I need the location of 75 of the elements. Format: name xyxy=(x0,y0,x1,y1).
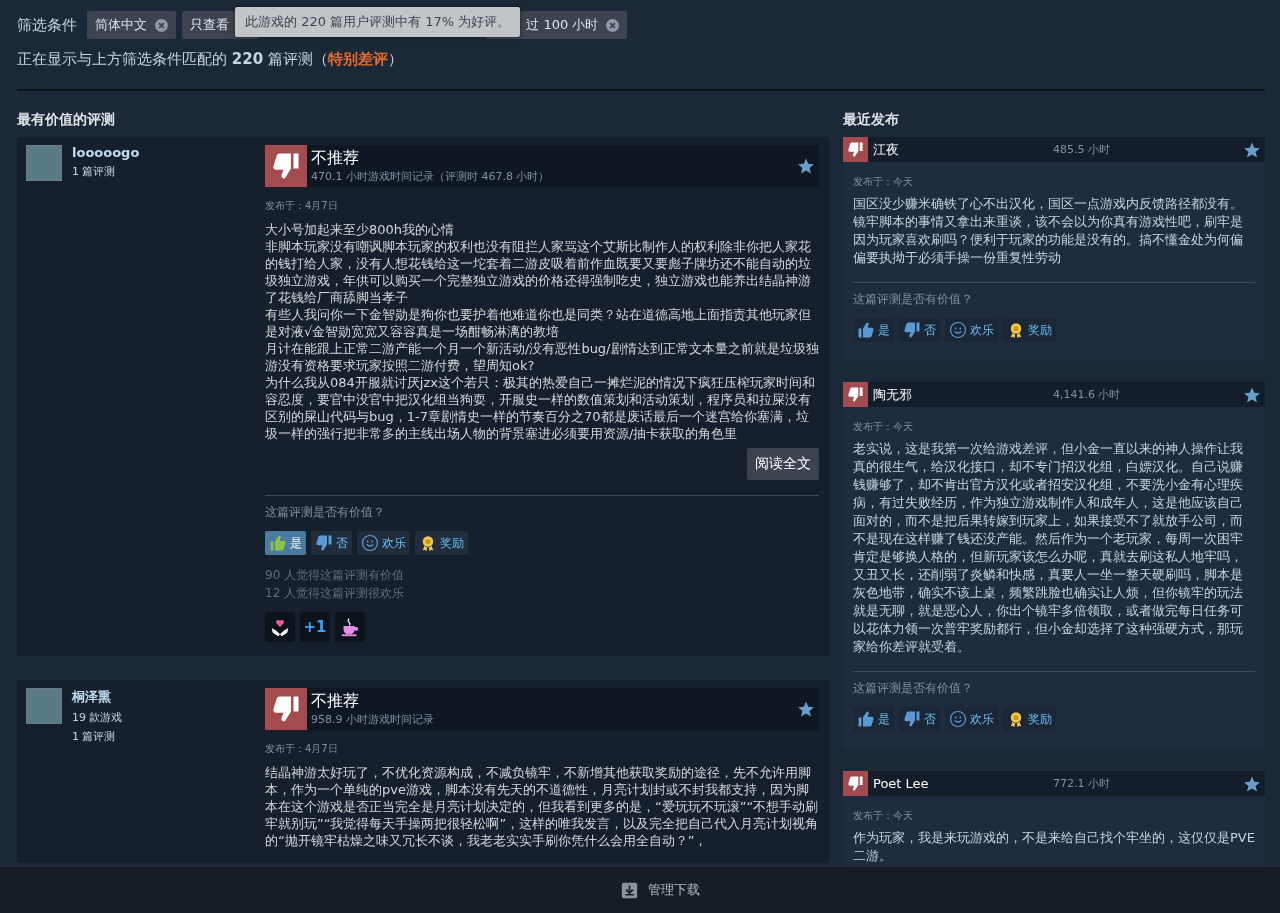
review-text: 结晶神游太好玩了，不优化资源构成，不减负镜牢，不新增其他获取奖励的途径，先不允许用脚本，作为一个单纯的pve游戏，脚本没有先天的不道德性，月亮计划封或不封我都支持，因为脚本在这个游戏是否正当完全是月亮计划决定的，但我看到更多的是，“爱玩玩不玩滚”“不想手动刷牢就别玩”“我觉得每天手操两把很轻松啊”，这样的唯我发言，以及完全把自己代入月亮计划视角的“抛开镜牢枯燥之味又冗长不谈，我老老实实手刷你凭什么会用全自动？”， xyxy=(265,764,819,849)
vote-button[interactable]: 是 xyxy=(265,531,306,555)
review-header[interactable]: 不推荐 470.1 小时游戏时间记录（评测时 467.8 小时） xyxy=(265,145,819,187)
cup-icon xyxy=(339,616,361,638)
section-title: 最有价值的评测 xyxy=(17,111,116,129)
review-header[interactable]: 不推荐 958.9 小时游戏时间记录 xyxy=(265,688,819,730)
verdict-text: 不推荐 xyxy=(311,691,360,712)
author-stat[interactable]: 1 篇评测 xyxy=(72,729,123,744)
tooltip: 此游戏的 220 篇用户评测中有 17% 为好评。 xyxy=(235,7,521,37)
helpful-question: 这篇评测是否有价值？ xyxy=(265,504,386,521)
filter-tag[interactable]: 简体中文 xyxy=(87,11,176,39)
award-badge[interactable] xyxy=(265,612,295,642)
vote-count: 12 人觉得这篇评测很欢乐 xyxy=(265,585,406,602)
star-icon xyxy=(797,157,815,175)
remove-icon[interactable] xyxy=(606,18,620,32)
vote-button[interactable]: 否 xyxy=(311,531,352,555)
review-text: 国区没少赚米确铁了心不出汉化，国区一点游戏内反馈路径都没有。镜牢脚本的事情又拿出来重谈，该不会以为你真有游戏性吧，刷牢是因为玩家喜欢刷吗？便利于玩家的功能是没有的。搞不懂金处为何偏偏要执拗于必须手操一份重复性劳动 xyxy=(853,195,1244,267)
vote-button[interactable]: 欢乐 xyxy=(357,531,410,555)
thumbs-up-icon xyxy=(857,321,875,339)
download-icon xyxy=(620,881,638,899)
review-text: 有些人我问你一下金智勋是狗你也要护着他难道你也是同类？站在道德高地上面指责其他玩家但是对液√金智勋宽宽又容容真是一场酣畅淋漓的教培 xyxy=(265,306,812,340)
thumbs-down-icon xyxy=(903,321,921,339)
playtime-text: 958.9 小时游戏时间记录 xyxy=(311,712,435,727)
thumbs-up-icon xyxy=(857,710,875,728)
vote-button[interactable]: 是 xyxy=(853,707,894,731)
vote-button[interactable]: 奖励 xyxy=(1003,318,1056,342)
vote-button[interactable]: 是 xyxy=(853,318,894,342)
review-text: 月计在能跟上正常二游产能一个月一个新活动/没有恶性bug/剧情达到正常文本量之前就是垃圾独游没有资格要求玩家按照二游付费，望周知ok? xyxy=(265,340,819,374)
posted-date: 发布于：4月7日 xyxy=(265,742,339,756)
review-text: 作为玩家，我是来玩游戏的，不是来给自己找个牢坐的，这仅仅是PVE二游。 xyxy=(853,829,1255,865)
posted-date: 发布于：今天 xyxy=(853,420,914,434)
verdict-text: 不推荐 xyxy=(311,148,360,169)
smiley-icon xyxy=(949,710,967,728)
posted-date: 发布于：4月7日 xyxy=(265,199,339,213)
vote-button[interactable]: 奖励 xyxy=(1003,707,1056,731)
playtime-text: 485.5 小时 xyxy=(1053,142,1111,157)
author-name[interactable]: 江夜 xyxy=(873,140,1053,159)
playtime-text: 470.1 小时游戏时间记录（评测时 467.8 小时） xyxy=(311,169,551,184)
author-name[interactable]: 陶无邪 xyxy=(873,385,1053,404)
star-icon xyxy=(797,700,815,718)
review-summary: 正在显示与上方筛选条件匹配的 220 篇评测（特别差评） xyxy=(17,50,404,69)
award-badge[interactable] xyxy=(335,612,365,642)
smiley-icon xyxy=(361,534,379,552)
author-name[interactable]: looooogo xyxy=(72,145,140,160)
remove-icon[interactable] xyxy=(155,18,168,32)
helpful-question: 这篇评测是否有价值？ xyxy=(853,680,974,697)
playtime-text: 772.1 小时 xyxy=(1053,776,1111,791)
smiley-icon xyxy=(949,321,967,339)
vote-button[interactable]: 否 xyxy=(899,707,940,731)
helpful-question: 这篇评测是否有价值？ xyxy=(853,291,974,308)
award-badge[interactable]: +1 xyxy=(300,612,330,642)
author-name[interactable]: Poet Lee xyxy=(873,776,1053,791)
thumbs-up-icon xyxy=(269,534,287,552)
section-title: 最近发布 xyxy=(843,111,900,129)
author-name[interactable]: 桐泽熏 xyxy=(72,688,123,706)
posted-date: 发布于：今天 xyxy=(853,809,914,823)
review-text: 非脚本玩家没有嘲讽脚本玩家的权利也没有阻拦人家骂这个艾斯比制作人的权利除非你把人家花的钱打给人家，没有人想花钱给这一坨套着二游皮吸着前作血既要又要彪子牌坊还不能自动的垃圾独立游戏，年供可以购买一个完整独立游戏的价格还得强制吃史，独立游戏也能养出结晶神游了花钱给厂商舔脚当孝子 xyxy=(265,238,812,306)
author-stat[interactable]: 1 篇评测 xyxy=(72,164,140,179)
posted-date: 发布于：今天 xyxy=(853,175,914,189)
read-more-button[interactable]: 阅读全文 xyxy=(747,448,819,480)
thumbs-down-icon xyxy=(315,534,333,552)
vote-button[interactable]: 欢乐 xyxy=(945,707,998,731)
rating-link[interactable]: 特别差评 xyxy=(327,50,388,68)
vote-button[interactable]: 欢乐 xyxy=(945,318,998,342)
vote-button[interactable]: 奖励 xyxy=(415,531,468,555)
author-stat[interactable]: 19 款游戏 xyxy=(72,710,123,725)
playtime-text: 4,141.6 小时 xyxy=(1053,387,1122,402)
review-text: 为什么我从084开服就讨厌jzx这个若只：极其的热爱自己一摊烂泥的情况下疯狂压榨玩家时间和容忍度，要官中没官中把汉化组当狗耍，开服史一样的数值策划和活动策划，程序员和拉屎没有区别的屎山代码与bug，1-7章剧情史一样的节奏百分之70都是废话最后一个迷宫给你塞满，垃圾一样的强行把非常多的主线出场人物的背景塞进必须要用资源/抽卡获取的角色里 xyxy=(265,374,816,442)
manage-downloads-button[interactable]: 管理下载 xyxy=(614,880,706,900)
filter-label: 筛选条件 xyxy=(17,15,77,35)
review-text: 大小号加起来至少800h我的心情 xyxy=(265,221,456,238)
review-text: 老实说，这是我第一次给游戏差评，但小金一直以来的神人操作让我真的很生气，给汉化接口，却不专门招汉化组，白嫖汉化。自己说赚钱赚够了，却不肯出官方汉化或者招安汉化组，不要洗小金有心理疾病，有过失败经历，作为独立游戏制作人和成年人，这是他应该自己面对的，而不是把后果转嫁到玩家上，如果接受不了就放手公司，而不是现在这样赚了钱还没产能。然后作为一个老玩家，每周一次困牢肯定是够换人格的，但新玩家该怎么办呢，真就去刷这私人地牢吗，又丑又长，还削弱了炎鳞和快感，真要人一坐一整天硬刷吗，脚本是灰色地带，确实不该上桌，频繁跳脸也确实让人烦，但你镜牢的玩法就是无聊，就是恶心人，你出个镜牢多倍领取，或者做完每日任务可以花体力领一次普牢奖励都行，但小金却选择了这种强硬方式，那玩家给你差评就受着。 xyxy=(853,440,1244,656)
vote-count: 90 人觉得这篇评测有价值 xyxy=(265,567,406,584)
vote-button[interactable]: 否 xyxy=(899,318,940,342)
thumbs-down-icon xyxy=(903,710,921,728)
